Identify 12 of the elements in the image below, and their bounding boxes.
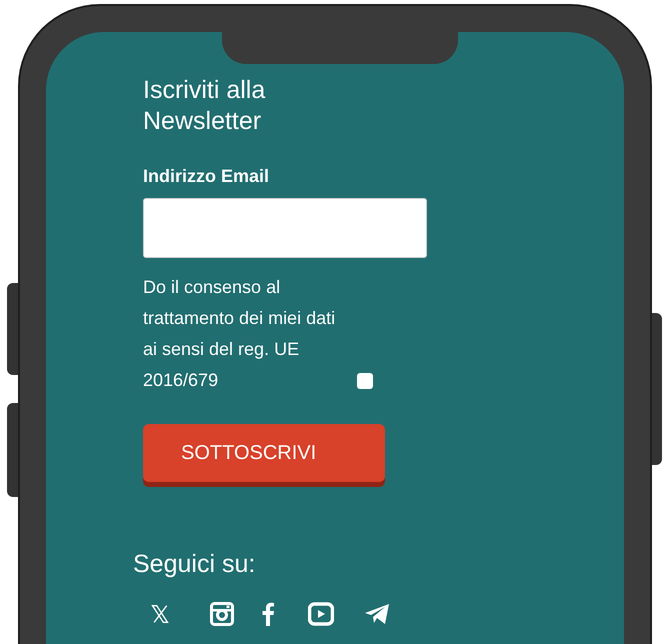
facebook-f-icon[interactable] <box>261 602 275 626</box>
camera-icon[interactable] <box>210 602 234 626</box>
play-button-icon[interactable] <box>308 602 334 626</box>
newsletter-title: Iscriviti alla Newsletter <box>143 75 266 137</box>
social-title: Seguici su: <box>133 549 256 580</box>
consent-checkbox[interactable] <box>357 373 373 389</box>
email-label: Indirizzo Email <box>143 165 270 188</box>
email-input-field[interactable] <box>143 198 427 258</box>
consent-text: Do il consenso al trattamento dei miei dati ai sensi del reg. UE 2016/679 <box>143 276 336 392</box>
subscribe-button[interactable]: SOTTOSCRIVI <box>143 424 385 482</box>
x-logo-icon[interactable] <box>150 604 170 624</box>
paper-plane-icon[interactable] <box>364 602 390 624</box>
